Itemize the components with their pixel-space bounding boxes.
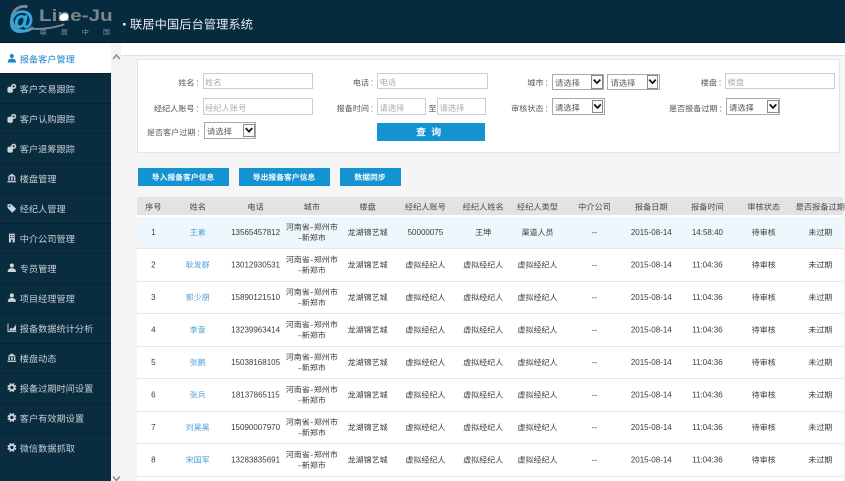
svg-text:50000075: 50000075 (408, 228, 444, 237)
svg-text:11:04:36: 11:04:36 (692, 456, 723, 465)
svg-text:2015-08-14: 2015-08-14 (631, 228, 672, 237)
svg-text:13012930531: 13012930531 (231, 261, 280, 270)
svg-text:6: 6 (151, 391, 156, 400)
svg-text:11:04:36: 11:04:36 (692, 391, 723, 400)
svg-text:1: 1 (151, 228, 156, 237)
svg-text::: : (196, 103, 199, 113)
svg-text:2015-08-14: 2015-08-14 (631, 358, 672, 367)
svg-text:2015-08-14: 2015-08-14 (631, 293, 672, 302)
svg-text:Line-Ju: Line-Ju (39, 7, 113, 26)
svg-text:13283835691: 13283835691 (231, 456, 280, 465)
svg-text::: : (719, 103, 722, 113)
svg-text:11:04:36: 11:04:36 (692, 326, 723, 335)
svg-text:5: 5 (151, 358, 156, 367)
svg-text:2015-08-14: 2015-08-14 (631, 391, 672, 400)
svg-text:--: -- (592, 228, 598, 237)
svg-text:11:04:36: 11:04:36 (692, 293, 723, 302)
svg-text:2015-08-14: 2015-08-14 (631, 261, 672, 270)
svg-text:--: -- (592, 293, 598, 302)
svg-text:4: 4 (151, 326, 156, 335)
svg-text:--: -- (592, 456, 598, 465)
svg-text:15038168105: 15038168105 (231, 358, 280, 367)
svg-text:15090007970: 15090007970 (231, 423, 280, 432)
svg-text:2015-08-14: 2015-08-14 (631, 423, 672, 432)
svg-text:15890121510: 15890121510 (231, 293, 280, 302)
svg-text:3: 3 (151, 293, 156, 302)
svg-text:8: 8 (151, 456, 156, 465)
svg-text::: : (197, 127, 200, 137)
svg-text:11:04:36: 11:04:36 (692, 423, 723, 432)
svg-text:14:58:40: 14:58:40 (692, 228, 724, 237)
svg-text:7: 7 (151, 423, 156, 432)
svg-text::: : (719, 78, 722, 88)
svg-text::: : (371, 103, 374, 113)
svg-text:2: 2 (151, 261, 156, 270)
svg-text:18137865115: 18137865115 (231, 391, 280, 400)
svg-text:@: @ (9, 7, 33, 35)
svg-text:--: -- (592, 326, 598, 335)
svg-text::: : (371, 78, 374, 88)
svg-text:--: -- (592, 391, 598, 400)
svg-text:2015-08-14: 2015-08-14 (631, 456, 672, 465)
svg-text:--: -- (592, 358, 598, 367)
svg-text:--: -- (592, 261, 598, 270)
svg-text:11:04:36: 11:04:36 (692, 358, 723, 367)
svg-text:--: -- (592, 423, 598, 432)
svg-text:11:04:36: 11:04:36 (692, 261, 723, 270)
svg-text:13565457812: 13565457812 (231, 228, 280, 237)
svg-text::: : (545, 78, 548, 88)
svg-text::: : (196, 78, 199, 88)
svg-text::: : (545, 103, 548, 113)
svg-text:13239963414: 13239963414 (231, 326, 280, 335)
svg-text:2015-08-14: 2015-08-14 (631, 326, 672, 335)
